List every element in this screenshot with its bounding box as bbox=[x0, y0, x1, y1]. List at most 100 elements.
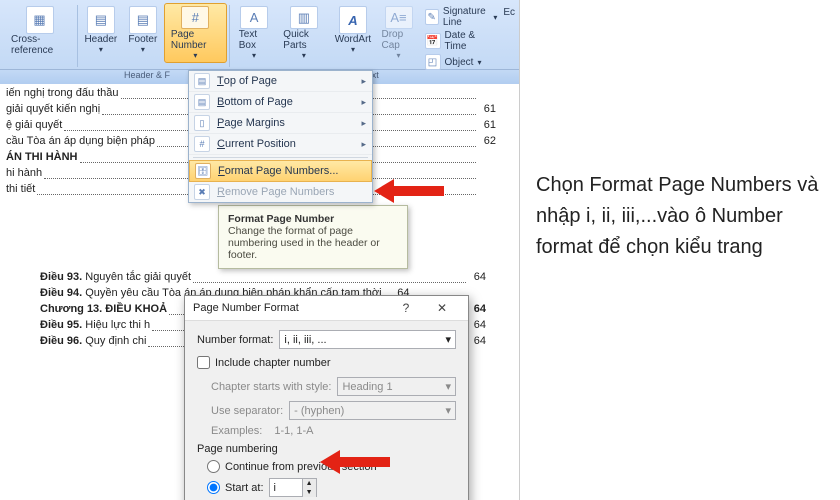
page-margins-icon: ▯ bbox=[194, 115, 210, 131]
menu-label: urrent Position bbox=[225, 138, 296, 150]
chevron-down-icon: ▾ bbox=[445, 380, 451, 393]
red-arrow-annotation bbox=[374, 179, 444, 203]
chevron-down-icon: ▾ bbox=[445, 333, 451, 346]
chevron-down-icon: ▾ bbox=[477, 58, 481, 67]
tooltip-body: Change the format of page numbering used… bbox=[228, 225, 380, 261]
spinner-down-icon[interactable]: ▼ bbox=[302, 488, 316, 497]
doc-page bbox=[478, 150, 500, 166]
menu-label: ormat Page Numbers... bbox=[225, 165, 339, 177]
menu-bottom-of-page[interactable]: ▤Bottom of Page▸ bbox=[189, 92, 372, 113]
wordart-button[interactable]: A WordArt ▾ bbox=[331, 3, 374, 63]
date-time-button[interactable]: 📅Date & Time bbox=[423, 29, 500, 53]
cross-reference-button[interactable]: ▦ Cross-reference bbox=[4, 3, 75, 63]
quick-parts-label: Quick Parts bbox=[283, 29, 324, 51]
dialog-close-button[interactable]: ✕ bbox=[424, 301, 460, 315]
doc-page bbox=[478, 86, 500, 102]
start-at-spinner[interactable]: i ▲▼ bbox=[269, 478, 317, 497]
chevron-down-icon: ▾ bbox=[445, 404, 451, 417]
start-at-radio[interactable] bbox=[207, 481, 220, 494]
menu-label: age Margins bbox=[224, 117, 285, 129]
dialog-help-button[interactable]: ? bbox=[388, 301, 424, 315]
submenu-arrow-icon: ▸ bbox=[361, 76, 366, 87]
date-time-label: Date & Time bbox=[445, 30, 498, 52]
doc-line: cầu Tòa án áp dụng biện pháp bbox=[6, 134, 155, 150]
examples-label: Examples: bbox=[211, 425, 262, 437]
menu-label: emove Page Numbers bbox=[225, 186, 334, 198]
doc-page bbox=[478, 166, 500, 182]
page-number-label: Page Number bbox=[171, 29, 220, 51]
object-button[interactable]: ◰ Object▾ bbox=[423, 53, 500, 71]
object-label: Object bbox=[445, 57, 474, 68]
text-box-button[interactable]: A Text Box ▾ bbox=[232, 3, 277, 63]
chevron-down-icon: ▾ bbox=[302, 51, 306, 60]
drop-cap-button[interactable]: A≡ Drop Cap ▾ bbox=[374, 3, 422, 63]
text-box-label: Text Box bbox=[239, 29, 270, 51]
signature-line-button[interactable]: ✎Signature Line▾ bbox=[423, 5, 500, 29]
doc-page: 64 bbox=[468, 318, 490, 334]
header-button[interactable]: ▤ Header ▾ bbox=[80, 3, 122, 63]
doc-line: ệ giải quyết bbox=[6, 118, 62, 134]
format-page-number-tooltip: Format Page Number Change the format of … bbox=[218, 205, 408, 269]
menu-page-margins[interactable]: ▯Page Margins▸ bbox=[189, 113, 372, 134]
chevron-down-icon: ▾ bbox=[396, 51, 400, 60]
chevron-down-icon: ▾ bbox=[252, 51, 256, 60]
start-at-value: i bbox=[270, 482, 302, 494]
chevron-down-icon: ▾ bbox=[351, 45, 355, 54]
doc-page: 64 bbox=[468, 334, 490, 350]
header-label: Header bbox=[84, 34, 117, 45]
doc-page: 62 bbox=[478, 134, 500, 150]
cross-reference-icon: ▦ bbox=[26, 6, 54, 34]
quick-parts-icon: ▥ bbox=[290, 6, 318, 29]
spinner-up-icon[interactable]: ▲ bbox=[302, 479, 316, 488]
doc-page: 61 bbox=[478, 102, 500, 118]
separator-label: Use separator: bbox=[211, 405, 283, 417]
ribbon: ▦ Cross-reference ▤ Header ▾ ▤ Footer ▾ … bbox=[0, 0, 519, 70]
chapter-starts-select: Heading 1 ▾ bbox=[337, 377, 456, 396]
chapter-starts-label: Chapter starts with style: bbox=[211, 381, 331, 393]
cross-reference-label: Cross-reference bbox=[11, 34, 68, 56]
doc-page: 64 bbox=[468, 302, 490, 318]
number-format-label: Number format: bbox=[197, 334, 273, 346]
start-at-label: Start at: bbox=[225, 482, 264, 494]
include-chapter-checkbox[interactable] bbox=[197, 356, 210, 369]
page-number-dropdown: ▤Top of Page▸ ▤Bottom of Page▸ ▯Page Mar… bbox=[188, 70, 373, 203]
separator-select: - (hyphen)▾ bbox=[289, 401, 456, 420]
doc-page bbox=[478, 182, 500, 198]
signature-icon: ✎ bbox=[425, 9, 439, 25]
continue-radio[interactable] bbox=[207, 460, 220, 473]
doc-line: giải quyết kiến nghị bbox=[6, 102, 100, 118]
footer-icon: ▤ bbox=[129, 6, 157, 34]
number-format-select[interactable]: i, ii, iii, ... ▾ bbox=[279, 330, 456, 349]
current-position-icon: # bbox=[194, 136, 210, 152]
drop-cap-label: Drop Cap bbox=[381, 29, 415, 51]
menu-current-position[interactable]: #Current Position▸ bbox=[189, 134, 372, 155]
red-arrow-annotation bbox=[320, 450, 390, 474]
submenu-arrow-icon: ▸ bbox=[361, 97, 366, 108]
quick-parts-button[interactable]: ▥ Quick Parts ▾ bbox=[276, 3, 331, 63]
doc-page: 61 bbox=[478, 118, 500, 134]
page-number-button[interactable]: # Page Number ▾ bbox=[164, 3, 227, 63]
text-box-icon: A bbox=[240, 6, 268, 29]
examples-value: 1-1, 1-A bbox=[268, 425, 456, 437]
tooltip-title: Format Page Number bbox=[228, 213, 334, 225]
page-top-icon: ▤ bbox=[194, 73, 210, 89]
page-bottom-icon: ▤ bbox=[194, 94, 210, 110]
footer-button[interactable]: ▤ Footer ▾ bbox=[122, 3, 164, 63]
wordart-label: WordArt bbox=[335, 34, 372, 45]
date-time-icon: 📅 bbox=[425, 33, 441, 49]
drop-cap-icon: A≡ bbox=[385, 6, 413, 29]
page-number-icon: # bbox=[181, 6, 209, 29]
menu-top-of-page[interactable]: ▤Top of Page▸ bbox=[189, 71, 372, 92]
menu-format-page-numbers[interactable]: 🗄Format Page Numbers... bbox=[189, 160, 372, 182]
menu-label: ottom of Page bbox=[224, 96, 293, 108]
menu-label: op of Page bbox=[224, 75, 277, 87]
doc-line: hi hành bbox=[6, 166, 42, 182]
object-icon: ◰ bbox=[425, 54, 441, 70]
instruction-text: Chọn Format Page Numbers và nhập i, ii, … bbox=[520, 0, 840, 500]
dialog-title: Page Number Format bbox=[193, 302, 388, 314]
menu-remove-page-numbers: ✖Remove Page Numbers bbox=[189, 182, 372, 202]
chevron-down-icon: ▾ bbox=[99, 45, 103, 54]
ribbon-edge: Ec bbox=[499, 3, 515, 69]
doc-line: thi tiết bbox=[6, 182, 35, 198]
chapter-starts-value: Heading 1 bbox=[342, 381, 392, 393]
